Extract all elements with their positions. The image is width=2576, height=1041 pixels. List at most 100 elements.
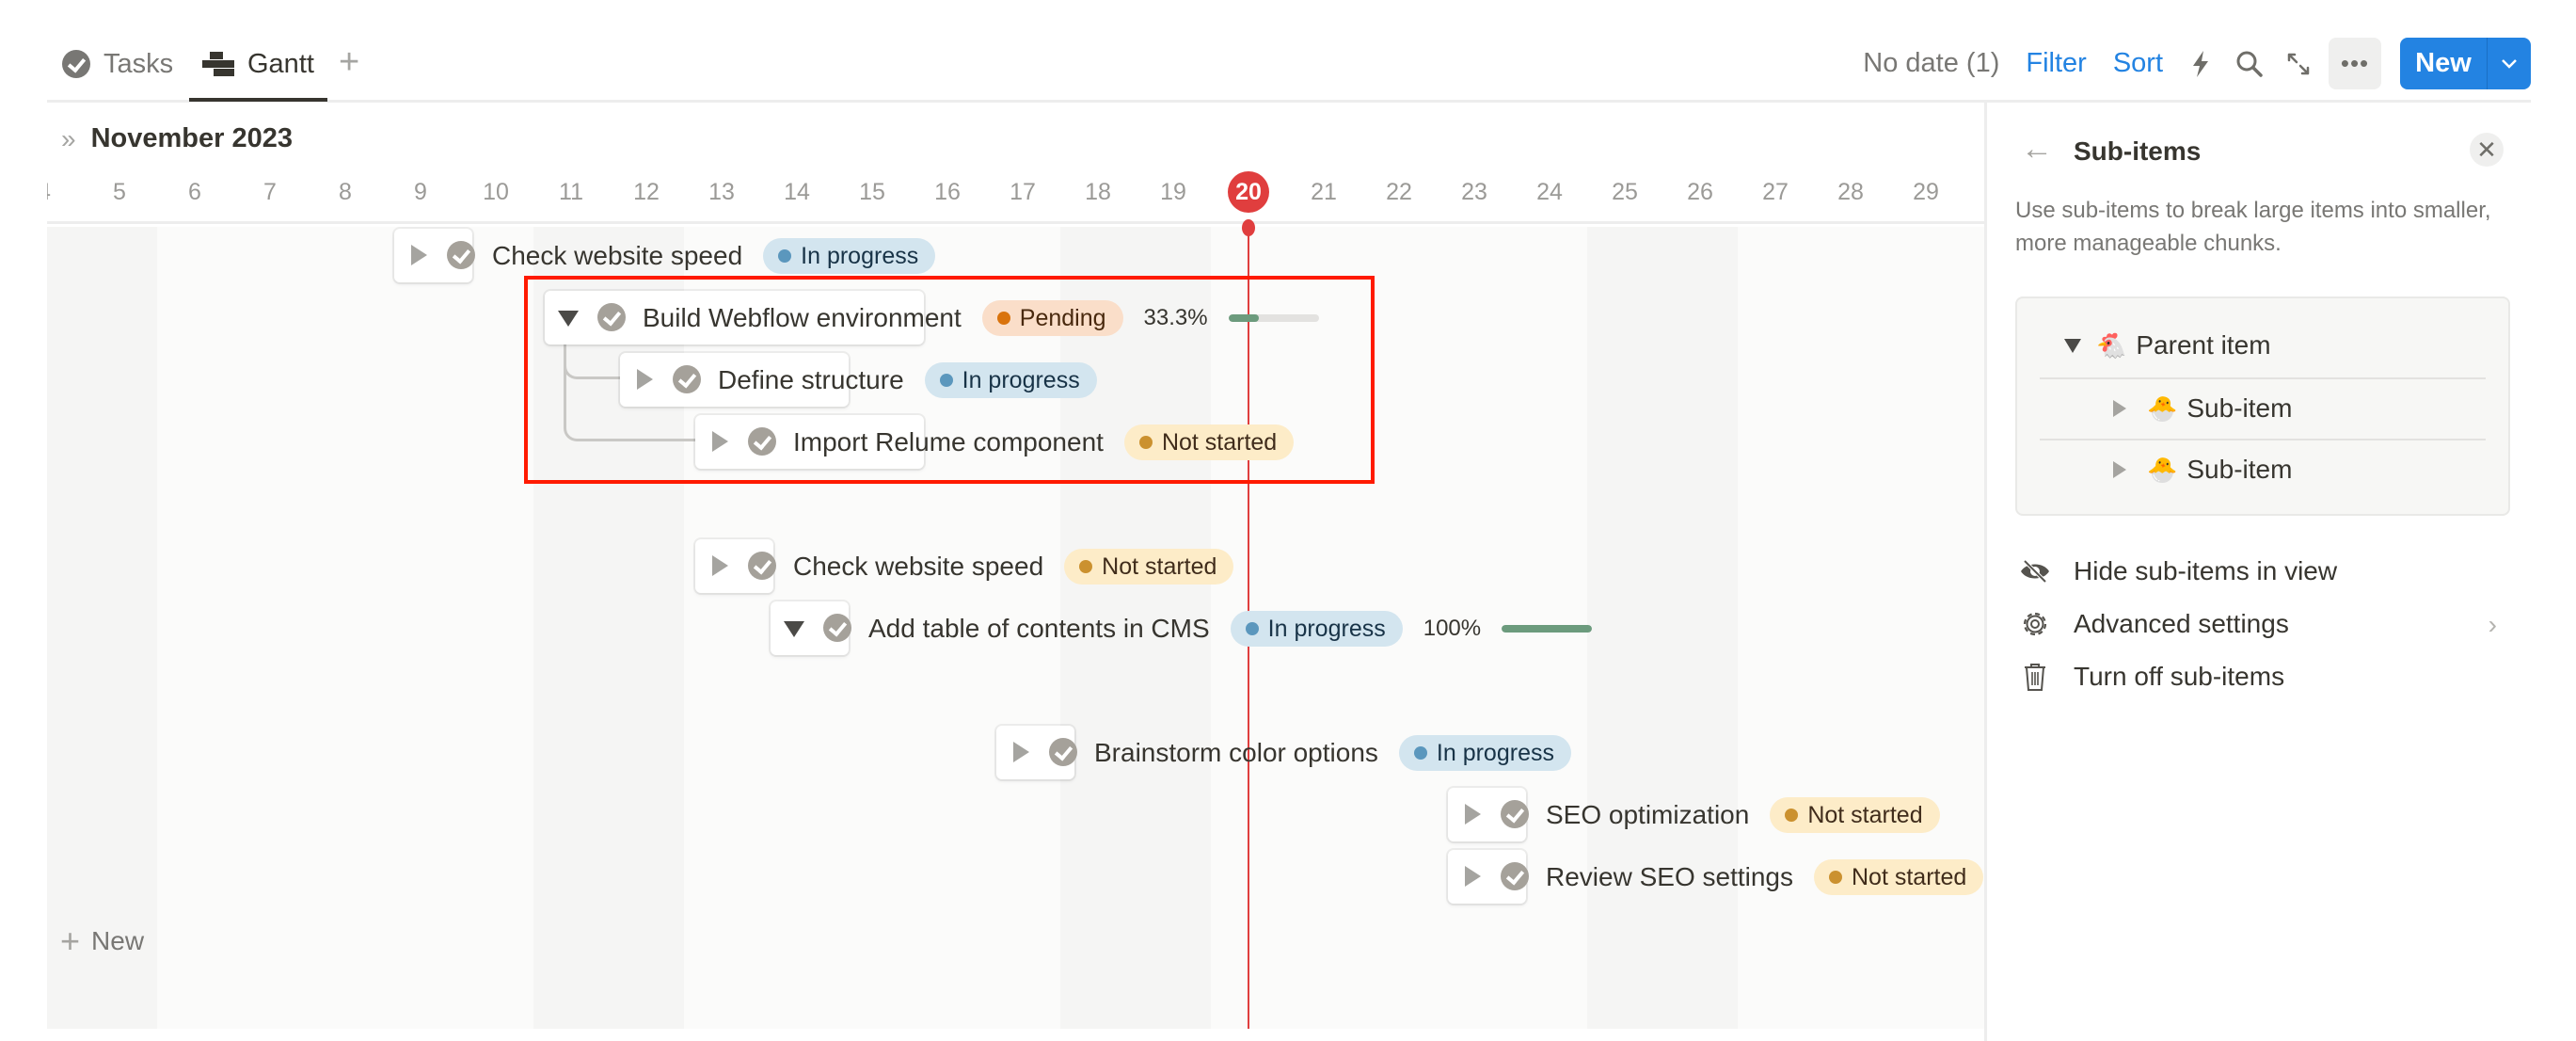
close-icon[interactable]: ✕ bbox=[2470, 133, 2504, 167]
add-new-row-button[interactable]: + New bbox=[60, 921, 144, 961]
task-title[interactable]: Check website speed bbox=[793, 539, 1043, 593]
check-circle-icon[interactable] bbox=[823, 614, 851, 642]
status-label: Not started bbox=[1161, 428, 1278, 456]
sub-item-connector bbox=[564, 344, 620, 379]
task-title[interactable]: Brainstorm color options bbox=[1094, 726, 1378, 779]
status-dot-icon bbox=[1079, 559, 1093, 573]
example-sub-row: 🐣 Sub-item bbox=[2040, 377, 2486, 438]
date-label: 8 bbox=[308, 178, 383, 206]
status-label: In progress bbox=[1436, 739, 1554, 766]
status-badge[interactable]: Pending bbox=[981, 299, 1123, 336]
check-circle-icon[interactable] bbox=[447, 241, 475, 269]
date-number: 25 bbox=[1612, 179, 1638, 205]
add-new-label: New bbox=[91, 926, 145, 955]
check-circle-icon[interactable] bbox=[748, 427, 776, 456]
double-chevron-icon[interactable]: » bbox=[61, 124, 75, 154]
check-circle-icon[interactable] bbox=[1501, 800, 1529, 828]
date-label: 17 bbox=[985, 178, 1060, 206]
add-view-button[interactable]: + bbox=[339, 43, 359, 81]
triangle-down-icon[interactable] bbox=[784, 621, 804, 637]
task-label-group: Build Webflow environment Pending 33.3% bbox=[643, 291, 1319, 344]
date-label: 22 bbox=[1361, 178, 1437, 206]
triangle-right-icon[interactable] bbox=[712, 555, 728, 576]
task-title[interactable]: Add table of contents in CMS bbox=[868, 601, 1210, 655]
triangle-right-icon[interactable] bbox=[1465, 866, 1481, 887]
status-badge[interactable]: In progress bbox=[924, 361, 1097, 398]
no-date-button[interactable]: No date (1) bbox=[1850, 48, 2012, 79]
search-icon[interactable] bbox=[2225, 38, 2274, 89]
date-label: 13 bbox=[684, 178, 759, 206]
date-number: 20 bbox=[1228, 171, 1269, 213]
triangle-right-icon[interactable] bbox=[411, 245, 427, 265]
triangle-right-icon bbox=[2113, 461, 2126, 478]
date-number: 29 bbox=[1913, 179, 1939, 205]
check-circle-icon[interactable] bbox=[597, 303, 626, 331]
status-label: Not started bbox=[1852, 863, 1967, 890]
task-title[interactable]: SEO optimization bbox=[1546, 788, 1749, 841]
gear-icon bbox=[2019, 608, 2051, 640]
date-label: 5 bbox=[82, 178, 157, 206]
lightning-icon[interactable] bbox=[2176, 38, 2225, 89]
toolbar: No date (1) Filter Sort ••• New bbox=[1850, 38, 2531, 89]
menu-item-turn-off-sub-items[interactable]: Turn off sub-items bbox=[1987, 650, 2576, 703]
new-dropdown-button[interactable] bbox=[2487, 38, 2531, 89]
date-label: 10 bbox=[458, 178, 533, 206]
check-circle-icon[interactable] bbox=[1049, 738, 1077, 766]
back-arrow-icon[interactable]: ← bbox=[2021, 131, 2053, 168]
new-button[interactable]: New bbox=[2400, 38, 2487, 89]
status-dot-icon bbox=[939, 373, 953, 387]
triangle-down-icon[interactable] bbox=[558, 311, 579, 327]
status-label: Not started bbox=[1807, 801, 1923, 828]
example-parent-row: 🐔 Parent item bbox=[2040, 315, 2486, 376]
date-number: 24 bbox=[1536, 179, 1563, 205]
trash-icon bbox=[2019, 661, 2051, 693]
filter-button[interactable]: Filter bbox=[2012, 48, 2099, 79]
tab-gantt[interactable]: Gantt bbox=[189, 41, 327, 102]
status-badge[interactable]: Not started bbox=[1123, 424, 1295, 460]
status-dot-icon bbox=[1785, 808, 1799, 822]
task-title[interactable]: Review SEO settings bbox=[1546, 850, 1793, 904]
chevron-down-icon bbox=[2502, 58, 2517, 69]
expand-icon[interactable] bbox=[2274, 38, 2323, 89]
tab-tasks[interactable]: Tasks bbox=[62, 41, 173, 87]
status-badge[interactable]: In progress bbox=[1230, 610, 1403, 647]
status-badge[interactable]: In progress bbox=[763, 237, 936, 274]
status-badge[interactable]: In progress bbox=[1398, 734, 1571, 771]
date-label: 12 bbox=[609, 178, 684, 206]
menu-item-advanced-settings[interactable]: Advanced settings › bbox=[1987, 598, 2576, 650]
date-number: 21 bbox=[1311, 179, 1337, 205]
status-label: In progress bbox=[801, 242, 919, 269]
check-circle-icon[interactable] bbox=[748, 552, 776, 580]
task-title[interactable]: Build Webflow environment bbox=[643, 291, 962, 344]
triangle-right-icon[interactable] bbox=[1013, 742, 1029, 762]
status-badge[interactable]: Not started bbox=[1064, 548, 1234, 585]
triangle-right-icon[interactable] bbox=[1465, 804, 1481, 825]
task-label-group: Brainstorm color options In progress bbox=[1094, 726, 1571, 779]
task-title[interactable]: Check website speed bbox=[492, 229, 742, 282]
date-number: 26 bbox=[1687, 179, 1713, 205]
status-label: In progress bbox=[962, 366, 1080, 393]
triangle-right-icon[interactable] bbox=[712, 431, 728, 452]
status-badge[interactable]: Not started bbox=[1770, 796, 1940, 833]
date-number: 13 bbox=[708, 179, 735, 205]
more-options-button[interactable]: ••• bbox=[2329, 38, 2381, 89]
date-label: 28 bbox=[1813, 178, 1888, 206]
check-circle-icon[interactable] bbox=[1501, 862, 1529, 890]
example-sub-label: Sub-item bbox=[2186, 455, 2293, 484]
task-title[interactable]: Import Relume component bbox=[793, 415, 1104, 469]
sub-items-panel: ← Sub-items ✕ Use sub-items to break lar… bbox=[1984, 103, 2576, 1041]
sort-button[interactable]: Sort bbox=[2100, 48, 2176, 79]
check-circle-icon[interactable] bbox=[673, 365, 701, 393]
panel-title: Sub-items bbox=[2074, 136, 2202, 166]
date-number: 10 bbox=[483, 179, 509, 205]
triangle-right-icon[interactable] bbox=[637, 369, 653, 390]
task-label-group: Check website speed Not started bbox=[793, 539, 1234, 593]
sub-items-example: 🐔 Parent item 🐣 Sub-item 🐣 Sub-item bbox=[2015, 296, 2510, 516]
status-badge[interactable]: Not started bbox=[1814, 858, 1984, 895]
task-title[interactable]: Define structure bbox=[718, 353, 904, 407]
example-sub-label: Sub-item bbox=[2186, 393, 2293, 423]
month-label: November 2023 bbox=[90, 123, 293, 153]
date-today: 20 bbox=[1211, 171, 1286, 213]
date-label: 26 bbox=[1662, 178, 1738, 206]
menu-item-hide-sub-items[interactable]: Hide sub-items in view bbox=[1987, 545, 2576, 598]
